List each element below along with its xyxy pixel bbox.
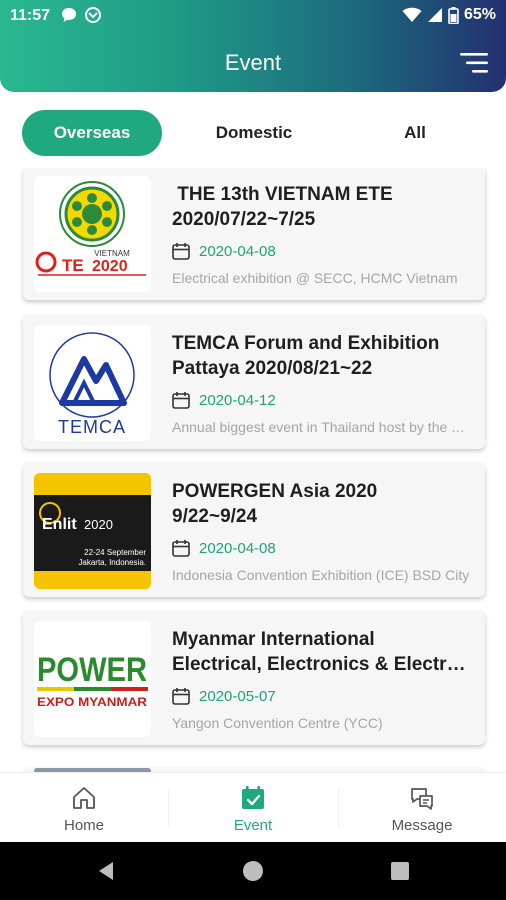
svg-text:VIETNAM: VIETNAM — [94, 249, 130, 258]
event-logo-temca: TEMCA — [34, 325, 151, 441]
event-description: Electrical exhibition @ SECC, HCMC Vietn… — [172, 270, 458, 286]
notification-icons — [60, 6, 102, 24]
nav-home-label: Home — [63, 817, 104, 834]
svg-text:2020: 2020 — [92, 258, 128, 275]
bottom-navigation: Home Event Message — [0, 772, 506, 842]
system-navigation-bar — [0, 842, 506, 900]
signal-icon — [427, 8, 442, 22]
battery-percent: 65% — [463, 6, 496, 23]
event-description: Annual biggest event in Thailand host by… — [172, 419, 470, 435]
event-date: 2020-04-08 — [199, 242, 276, 260]
sync-notification-icon — [85, 7, 101, 23]
nav-event-label: Event — [233, 817, 273, 834]
tab-overseas[interactable]: Overseas — [22, 110, 162, 156]
svg-text:EXPO MYANMAR: EXPO MYANMAR — [37, 695, 147, 709]
svg-text:POWER: POWER — [37, 651, 147, 689]
event-date-row: 2020-04-08 — [172, 537, 276, 559]
nav-message[interactable]: Message — [338, 773, 506, 843]
event-card[interactable]: Enlit 2020 22-24 September Jakarta, Indo… — [23, 463, 485, 597]
event-date-row: 2020-04-08 — [172, 240, 276, 262]
event-date-row: 2020-05-07 — [172, 685, 276, 707]
tab-domestic[interactable]: Domestic — [184, 110, 324, 156]
event-logo-power-expo-myanmar: POWER EXPO MYANMAR — [34, 621, 151, 737]
calendar-icon — [172, 243, 190, 260]
recents-icon[interactable] — [388, 859, 412, 883]
svg-text:TE: TE — [62, 256, 84, 275]
event-title: Myanmar International Electrical, Electr… — [172, 629, 466, 675]
calendar-icon — [172, 392, 190, 409]
nav-event[interactable]: Event — [169, 773, 337, 843]
event-list[interactable]: VIETNAM TE 2020 THE 13th VIETNAM ETE 202… — [0, 168, 506, 772]
calendar-icon — [172, 540, 190, 557]
event-title: POWERGEN Asia 2020 9/22~9/24 — [172, 481, 378, 527]
status-bar: 11:57 65% — [0, 0, 506, 32]
event-card[interactable]: VIETNAM TE 2020 THE 13th VIETNAM ETE 202… — [23, 168, 485, 300]
status-right: 65% — [402, 6, 496, 24]
event-date: 2020-04-12 — [199, 391, 276, 409]
event-title: THE 13th VIETNAM ETE 2020/07/22~7/25 — [172, 184, 393, 230]
event-title: TEMCA Forum and Exhibition Pattaya 2020/… — [172, 333, 440, 379]
back-icon[interactable] — [95, 859, 119, 883]
event-card[interactable]: TEMCA TEMCA Forum and Exhibition Pattaya… — [23, 315, 485, 449]
chat-notification-icon — [62, 8, 76, 22]
app-header: 11:57 65% Event — [0, 0, 506, 92]
event-logo-vietnam-ete: VIETNAM TE 2020 — [34, 176, 151, 292]
calendar-icon — [172, 688, 190, 705]
calendar-check-icon — [242, 786, 264, 809]
wifi-icon — [402, 7, 422, 22]
svg-text:22-24 September: 22-24 September — [84, 548, 146, 557]
event-date: 2020-05-07 — [199, 687, 276, 705]
filter-menu-icon — [460, 53, 488, 73]
home-icon — [73, 787, 95, 809]
event-card[interactable]: POWER EXPO MYANMAR Myanmar International… — [23, 611, 485, 745]
nav-message-label: Message — [391, 817, 453, 834]
home-circle-icon[interactable] — [241, 859, 265, 883]
svg-text:Jakarta, Indonesia.: Jakarta, Indonesia. — [78, 558, 146, 567]
event-date-row: 2020-04-12 — [172, 389, 276, 411]
svg-text:Enlit: Enlit — [42, 516, 77, 533]
event-date: 2020-04-08 — [199, 539, 276, 557]
event-screen: 11:57 65% Event Overseas Domestic All VI… — [0, 0, 506, 900]
svg-text:2020: 2020 — [84, 517, 113, 532]
nav-home[interactable]: Home — [0, 773, 168, 843]
filter-menu-button[interactable] — [460, 52, 490, 74]
event-description: Yangon Convention Centre (YCC) — [172, 715, 383, 731]
svg-text:TEMCA: TEMCA — [58, 417, 126, 437]
battery-icon — [448, 6, 459, 24]
tab-all[interactable]: All — [345, 110, 485, 156]
event-tabs: Overseas Domestic All — [0, 110, 506, 156]
event-logo-enlit: Enlit 2020 22-24 September Jakarta, Indo… — [34, 473, 151, 589]
status-time: 11:57 — [10, 7, 51, 24]
event-description: Indonesia Convention Exhibition (ICE) BS… — [172, 567, 470, 583]
chat-bubbles-icon — [411, 788, 433, 810]
page-title: Event — [224, 50, 282, 75]
